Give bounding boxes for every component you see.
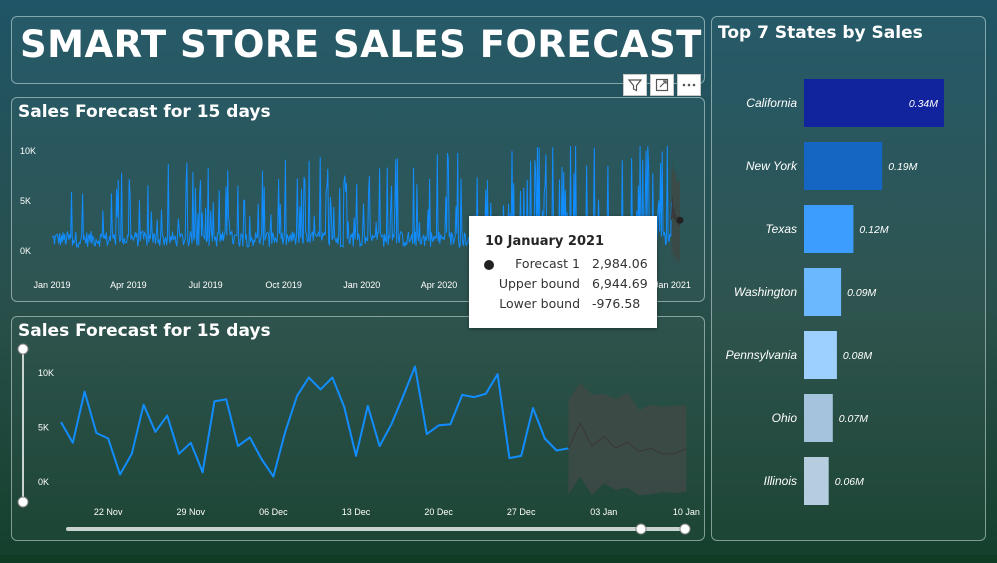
x-zoom-slider-end-handle[interactable]: [679, 523, 691, 535]
y-tick-label: 5K: [38, 423, 49, 433]
page-footer-strip: [0, 555, 997, 563]
y-zoom-slider-top-handle[interactable]: [17, 343, 29, 355]
bar[interactable]: [804, 331, 837, 379]
forecast-hover-marker: [676, 216, 684, 224]
category-label: Pennsylvania: [726, 348, 798, 362]
category-label: Texas: [765, 222, 797, 236]
tooltip-label: Forecast 1: [515, 256, 580, 271]
y-tick-label: 5K: [20, 196, 31, 206]
y-tick-label: 0K: [38, 477, 49, 487]
x-tick-label: Apr 2019: [110, 280, 147, 290]
category-label: California: [746, 96, 797, 110]
x-tick-label: Jan 2021: [654, 280, 691, 290]
chart2-plot[interactable]: 10K 5K 0K 22 Nov 29 Nov 06 Dec 13 Dec 20 Dec 27…: [12, 317, 704, 540]
data-label: 0.34M: [909, 98, 938, 110]
data-label: 0.12M: [859, 224, 888, 236]
data-label: 0.08M: [843, 350, 872, 362]
x-tick-label: Jul 2019: [189, 280, 223, 290]
bar[interactable]: [804, 394, 833, 442]
data-label: 0.19M: [888, 161, 917, 173]
x-tick-label: Jan 2020: [343, 280, 380, 290]
x-tick-label: Apr 2020: [421, 280, 458, 290]
states-bar-plot[interactable]: California 0.34M New York 0.19M Texas 0.12M Wa…: [712, 17, 985, 540]
bar[interactable]: [804, 457, 829, 505]
more-options-icon: [682, 83, 696, 87]
bar[interactable]: [804, 268, 842, 316]
tooltip-label: Upper bound: [498, 276, 580, 291]
chart-tooltip: 10 January 2021 Forecast 1 2,984.06 Uppe…: [469, 216, 657, 328]
forecast-confidence-band: [568, 382, 687, 496]
focus-mode-button[interactable]: [650, 74, 674, 96]
series-line-actual[interactable]: [60, 365, 569, 478]
category-label: Illinois: [764, 474, 797, 488]
x-tick-label: 13 Dec: [342, 507, 371, 517]
category-label: Washington: [734, 285, 797, 299]
y-zoom-slider-bottom-handle[interactable]: [17, 496, 29, 508]
x-tick-label: 06 Dec: [259, 507, 288, 517]
bar[interactable]: [804, 205, 854, 253]
filter-icon: [628, 79, 642, 92]
more-options-button[interactable]: [677, 74, 701, 96]
filter-button[interactable]: [623, 74, 647, 96]
tooltip-value: 6,944.69: [592, 276, 648, 291]
bar[interactable]: [804, 142, 883, 190]
x-tick-label: 03 Jan: [590, 507, 617, 517]
tooltip-row-lower: Lower bound -976.58: [469, 296, 657, 314]
y-tick-label: 10K: [38, 368, 54, 378]
x-tick-label: 27 Dec: [507, 507, 536, 517]
data-label: 0.09M: [847, 287, 876, 299]
x-zoom-slider-start-handle[interactable]: [635, 523, 647, 535]
x-tick-label: 29 Nov: [177, 507, 206, 517]
data-label: 0.06M: [835, 476, 864, 488]
x-tick-label: 22 Nov: [94, 507, 123, 517]
tooltip-row-forecast: Forecast 1 2,984.06: [469, 256, 657, 274]
dashboard-title: SMART STORE SALES FORECAST: [20, 23, 702, 66]
category-label: New York: [746, 159, 798, 173]
series-marker-icon: [484, 260, 494, 270]
forecast-chart-zoomed: Sales Forecast for 15 days 10K 5K 0K 22 No…: [11, 316, 705, 541]
visual-header-toolbar: [623, 74, 701, 96]
x-tick-label: 20 Dec: [424, 507, 453, 517]
data-label: 0.07M: [839, 413, 868, 425]
title-panel: SMART STORE SALES FORECAST: [11, 16, 705, 84]
x-tick-label: Oct 2019: [265, 280, 302, 290]
tooltip-value: -976.58: [592, 296, 641, 311]
tooltip-row-upper: Upper bound 6,944.69: [469, 276, 657, 294]
top-states-chart: Top 7 States by Sales California 0.34M New…: [711, 16, 986, 541]
x-tick-label: Jan 2019: [33, 280, 70, 290]
tooltip-value: 2,984.06: [592, 256, 648, 271]
category-label: Ohio: [772, 411, 798, 425]
focus-mode-icon: [655, 78, 669, 92]
tooltip-label: Lower bound: [499, 296, 580, 311]
y-tick-label: 0K: [20, 246, 31, 256]
tooltip-date: 10 January 2021: [485, 234, 605, 249]
x-tick-label: 10 Jan: [673, 507, 700, 517]
y-tick-label: 10K: [20, 146, 36, 156]
